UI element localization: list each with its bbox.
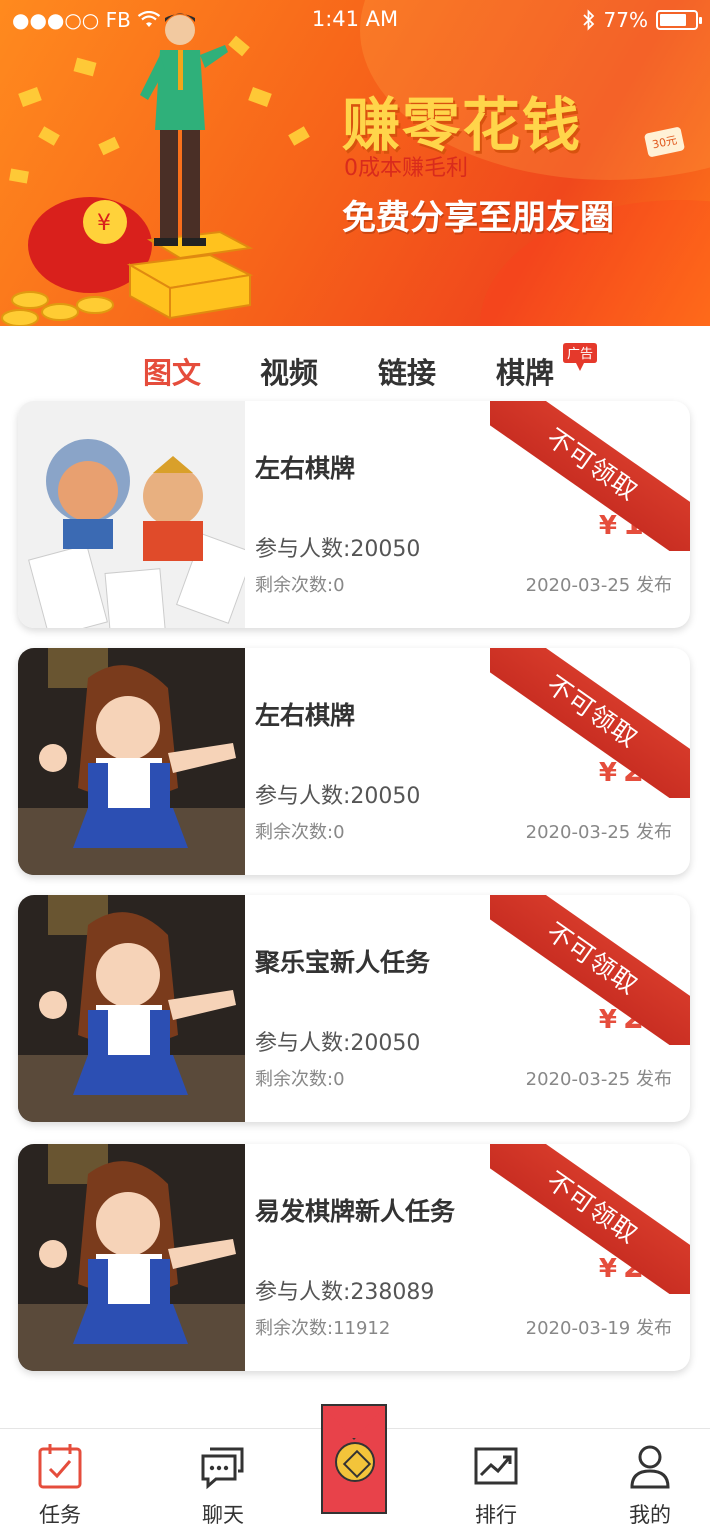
status-ribbon: 不可领取 — [490, 401, 690, 551]
participant-count: 参与人数:238089 — [255, 1280, 435, 1305]
task-thumbnail — [18, 1144, 245, 1371]
task-card[interactable]: 易发棋牌新人任务 参与人数:238089 剩余次数:11912 2020-03-… — [18, 1144, 690, 1371]
participant-count: 参与人数:20050 — [255, 1031, 421, 1056]
status-ribbon-label: 不可领取 — [490, 648, 690, 798]
task-name: 左右棋牌 — [255, 701, 356, 730]
remaining-count: 剩余次数:0 — [255, 822, 345, 843]
chat-icon — [201, 1447, 244, 1490]
status-ribbon-label: 不可领取 — [490, 401, 690, 551]
publish-date: 2020-03-25 发布 — [525, 822, 672, 843]
ad-badge: 广告 — [562, 340, 598, 376]
battery-percent: 77% — [603, 8, 648, 32]
task-name: 左右棋牌 — [255, 454, 356, 483]
bluetooth-icon — [582, 9, 594, 31]
banner-description: 免费分享至朋友圈 — [342, 198, 614, 238]
svg-text:¥: ¥ — [97, 211, 111, 236]
task-thumbnail — [18, 895, 245, 1122]
status-ribbon: 不可领取 — [490, 895, 690, 1045]
status-bar: ●●●○○ FB 1:41 AM 77% — [0, 0, 710, 40]
calendar-check-icon — [38, 1444, 82, 1489]
tab-link[interactable]: 链接 — [378, 350, 436, 392]
category-tabs: 图文 视频 链接 棋牌 广告 — [0, 326, 710, 402]
task-card[interactable]: 左右棋牌 参与人数:20050 剩余次数:0 2020-03-25 发布 ¥1.… — [18, 401, 690, 628]
publish-date: 2020-03-25 发布 — [525, 1069, 672, 1090]
nav-tasks-label: 任务 — [39, 1503, 81, 1527]
nav-tasks[interactable]: 任务 — [10, 1441, 110, 1529]
remaining-count: 剩余次数:0 — [255, 575, 345, 596]
nav-ranking-label: 排行 — [475, 1503, 517, 1527]
participant-count: 参与人数:20050 — [255, 537, 421, 562]
nav-ranking[interactable]: 排行 — [446, 1441, 546, 1529]
task-card[interactable]: 左右棋牌 参与人数:20050 剩余次数:0 2020-03-25 发布 ¥2.… — [18, 648, 690, 875]
status-ribbon-label: 不可领取 — [490, 895, 690, 1045]
nav-chat-label: 聊天 — [202, 1503, 244, 1527]
nav-chat[interactable]: 聊天 — [173, 1441, 273, 1529]
chart-icon — [474, 1447, 518, 1485]
promo-banner[interactable]: ¥ ●●●○○ FB 1:41 AM 77% 赚零花钱 0成本赚毛利 免费分享至… — [0, 0, 710, 326]
publish-date: 2020-03-25 发布 — [525, 575, 672, 596]
status-ribbon-label: 不可领取 — [490, 1144, 690, 1294]
ad-badge-label: 广告 — [566, 347, 593, 362]
coin-icon — [335, 1442, 375, 1482]
red-packet-flap — [323, 1406, 385, 1440]
task-card[interactable]: 聚乐宝新人任务 参与人数:20050 剩余次数:0 2020-03-25 发布 … — [18, 895, 690, 1122]
task-name: 易发棋牌新人任务 — [255, 1197, 456, 1226]
task-thumbnail — [18, 648, 245, 875]
red-packet-button[interactable] — [321, 1404, 387, 1514]
nav-profile-label: 我的 — [629, 1503, 671, 1527]
participant-count: 参与人数:20050 — [255, 784, 421, 809]
status-ribbon: 不可领取 — [490, 648, 690, 798]
tab-video[interactable]: 视频 — [260, 350, 318, 392]
remaining-count: 剩余次数:0 — [255, 1069, 345, 1090]
banner-subtitle: 0成本赚毛利 — [344, 156, 468, 181]
status-ribbon: 不可领取 — [490, 1144, 690, 1294]
publish-date: 2020-03-19 发布 — [525, 1318, 672, 1339]
tab-graphic[interactable]: 图文 — [143, 350, 201, 392]
remaining-count: 剩余次数:11912 — [255, 1318, 391, 1339]
banner-illustration: ¥ — [1, 13, 310, 326]
battery-icon — [656, 10, 702, 30]
task-thumbnail — [18, 401, 245, 628]
task-name: 聚乐宝新人任务 — [255, 948, 431, 977]
tab-chess-cards[interactable]: 棋牌 — [496, 350, 554, 392]
user-icon — [630, 1445, 670, 1489]
nav-profile[interactable]: 我的 — [600, 1441, 700, 1529]
